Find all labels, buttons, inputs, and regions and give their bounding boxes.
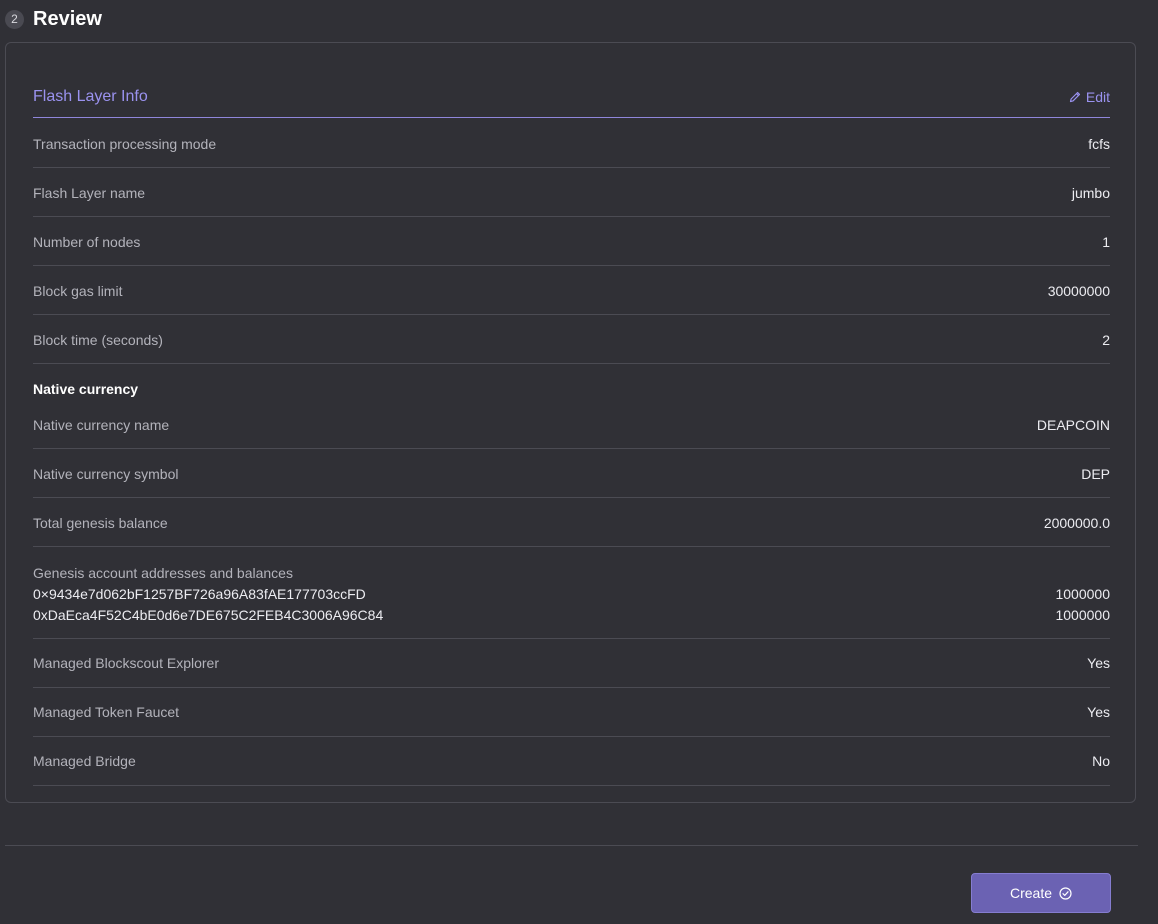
row-value: 2000000.0	[1043, 514, 1110, 531]
info-row-block-gas-limit: Block gas limit 30000000	[33, 267, 1110, 315]
info-row-number-of-nodes: Number of nodes 1	[33, 218, 1110, 266]
genesis-account-row: 0×9434e7d062bF1257BF726a96A83fAE177703cc…	[33, 586, 1110, 602]
info-row-managed-bridge: Managed Bridge No	[33, 737, 1110, 786]
row-label: Managed Bridge	[33, 753, 136, 769]
row-value: jumbo	[1071, 184, 1110, 201]
row-value: Yes	[1087, 655, 1110, 671]
row-label: Managed Token Faucet	[33, 704, 180, 720]
edit-button[interactable]: Edit	[1069, 87, 1110, 107]
row-label: Number of nodes	[33, 233, 141, 250]
step-header: 2 Review	[5, 6, 102, 32]
pencil-icon	[1069, 91, 1080, 103]
row-label: Managed Blockscout Explorer	[33, 655, 219, 671]
info-row-currency-name: Native currency name DEAPCOIN	[33, 401, 1110, 449]
row-value: 1	[1102, 233, 1110, 250]
info-row-currency-symbol: Native currency symbol DEP	[33, 450, 1110, 498]
edit-label: Edit	[1085, 89, 1110, 105]
row-label: Flash Layer name	[33, 184, 146, 201]
genesis-account-address: 0xDaEca4F52C4bE0d6e7DE675C2FEB4C3006A96C…	[33, 607, 384, 623]
footer-divider	[5, 845, 1138, 846]
row-value: 30000000	[1047, 282, 1110, 299]
review-card: Flash Layer Info Edit Transaction proces…	[5, 42, 1136, 803]
row-label: Transaction processing mode	[33, 135, 217, 152]
genesis-accounts-label: Genesis account addresses and balances	[33, 565, 293, 581]
row-value: fcfs	[1088, 135, 1110, 152]
row-value: DEAPCOIN	[1036, 416, 1110, 433]
genesis-account-row: 0xDaEca4F52C4bE0d6e7DE675C2FEB4C3006A96C…	[33, 607, 1110, 623]
row-label: Native currency name	[33, 416, 170, 433]
row-label: Native currency symbol	[33, 465, 179, 482]
section-header: Flash Layer Info Edit	[33, 87, 1110, 118]
step-number-badge: 2	[5, 9, 24, 29]
info-row-managed-faucet: Managed Token Faucet Yes	[33, 688, 1110, 737]
native-currency-heading: Native currency	[33, 381, 139, 397]
check-circle-icon	[1059, 886, 1072, 900]
genesis-account-address: 0×9434e7d062bF1257BF726a96A83fAE177703cc…	[33, 586, 366, 602]
row-value: DEP	[1081, 465, 1110, 482]
info-row-managed-explorer: Managed Blockscout Explorer Yes	[33, 639, 1110, 688]
info-row-flash-layer-name: Flash Layer name jumbo	[33, 169, 1110, 217]
genesis-account-balance: 1000000	[1055, 607, 1110, 623]
genesis-accounts: Genesis account addresses and balances 0…	[33, 548, 1110, 639]
row-value: 2	[1102, 331, 1110, 348]
section-title: Flash Layer Info	[33, 88, 148, 105]
step-title: Review	[33, 7, 102, 30]
row-label: Block gas limit	[33, 282, 123, 299]
row-label: Total genesis balance	[33, 514, 168, 531]
info-row-total-genesis-balance: Total genesis balance 2000000.0	[33, 499, 1110, 547]
info-row-processing-mode: Transaction processing mode fcfs	[33, 120, 1110, 168]
info-row-block-time: Block time (seconds) 2	[33, 316, 1110, 364]
row-value: No	[1092, 753, 1110, 769]
create-button-label: Create	[1009, 885, 1053, 901]
genesis-account-balance: 1000000	[1055, 586, 1110, 602]
row-label: Block time (seconds)	[33, 331, 163, 348]
review-page: 2 Review Flash Layer Info Edit Transacti…	[0, 0, 1158, 924]
row-value: Yes	[1087, 704, 1110, 720]
create-button[interactable]: Create	[971, 873, 1111, 913]
